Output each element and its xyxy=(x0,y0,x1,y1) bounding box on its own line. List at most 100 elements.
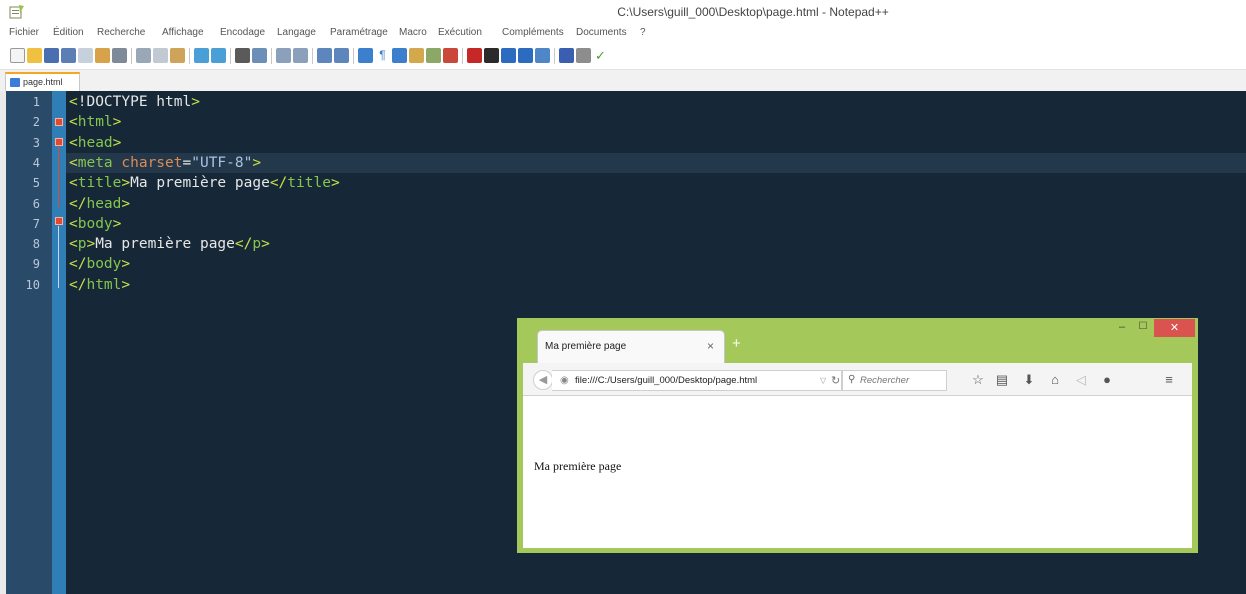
share-icon[interactable]: ◁ xyxy=(1072,371,1090,389)
code-token: = xyxy=(182,154,192,171)
zoom-in-icon[interactable] xyxy=(276,48,291,63)
code-token: "UTF-8" xyxy=(191,154,253,171)
toolbar-separator xyxy=(554,48,555,64)
tab-page-html[interactable]: page.html xyxy=(5,72,80,91)
menu-macro[interactable]: Macro xyxy=(399,27,427,38)
show-all-chars-icon[interactable]: ¶ xyxy=(375,48,390,63)
close-window-icon[interactable]: ✕ xyxy=(1154,319,1195,337)
toolbar: ¶ ✓ xyxy=(0,42,1246,70)
code-token: < xyxy=(69,175,78,192)
save-macro-icon[interactable] xyxy=(535,48,550,63)
cut-icon[interactable] xyxy=(136,48,151,63)
replace-icon[interactable] xyxy=(252,48,267,63)
spell-check-auto-icon[interactable]: ✓ xyxy=(593,48,608,63)
close-all-icon[interactable] xyxy=(95,48,110,63)
undo-icon[interactable] xyxy=(194,48,209,63)
menu-affichage[interactable]: Affichage xyxy=(162,27,204,38)
home-icon[interactable]: ⌂ xyxy=(1046,371,1064,389)
tab-label: page.html xyxy=(23,77,63,87)
search-input[interactable] xyxy=(860,373,944,388)
code-line[interactable]: </head> xyxy=(69,194,130,214)
indent-guide-icon[interactable] xyxy=(392,48,407,63)
code-line[interactable]: <head> xyxy=(69,133,121,153)
browser-navbar: ◀ ◉ file:///C:/Users/guill_000/Desktop/p… xyxy=(523,363,1192,396)
code-token: > xyxy=(330,175,340,192)
url-dropdown-icon[interactable]: ▽ xyxy=(820,376,826,385)
code-token: p xyxy=(252,236,262,253)
function-list-icon[interactable] xyxy=(443,48,458,63)
code-line[interactable]: <body> xyxy=(69,214,121,234)
menu-langage[interactable]: Langage xyxy=(277,27,316,38)
browser-tab[interactable]: Ma première page × xyxy=(537,330,725,363)
maximize-icon[interactable]: ☐ xyxy=(1133,321,1153,335)
minimize-icon[interactable]: – xyxy=(1111,321,1133,335)
save-icon[interactable] xyxy=(44,48,59,63)
menu-documents[interactable]: Documents xyxy=(576,27,627,38)
code-token: meta xyxy=(77,154,122,171)
fold-body-icon[interactable] xyxy=(55,217,63,225)
bookmark-star-icon[interactable]: ☆ xyxy=(969,371,987,389)
search-box[interactable]: ⚲ xyxy=(842,370,947,391)
menu-complements[interactable]: Compléments xyxy=(502,27,564,38)
doc-map-icon[interactable] xyxy=(426,48,441,63)
line-number: 5 xyxy=(32,176,40,191)
line-number: 4 xyxy=(32,155,40,170)
paste-icon[interactable] xyxy=(170,48,185,63)
toolbar-separator xyxy=(353,48,354,64)
fold-head-icon[interactable] xyxy=(55,138,63,146)
code-token: > xyxy=(121,256,131,273)
sync-vertical-icon[interactable] xyxy=(317,48,332,63)
reading-list-icon[interactable]: ▤ xyxy=(993,371,1011,389)
close-file-icon[interactable] xyxy=(78,48,93,63)
save-all-icon[interactable] xyxy=(61,48,76,63)
code-token: </ xyxy=(69,256,87,273)
code-line[interactable]: <!DOCTYPE html> xyxy=(69,92,200,112)
code-token: Ma première page xyxy=(130,175,270,192)
download-icon[interactable]: ⬇ xyxy=(1020,371,1038,389)
open-file-icon[interactable] xyxy=(27,48,42,63)
code-line[interactable]: <p>Ma première page</p> xyxy=(69,234,270,254)
print-icon[interactable] xyxy=(112,48,127,63)
new-file-icon[interactable] xyxy=(10,48,25,63)
menu-recherche[interactable]: Recherche xyxy=(97,27,145,38)
play-macro-icon[interactable] xyxy=(501,48,516,63)
find-icon[interactable] xyxy=(235,48,250,63)
toolbar-separator xyxy=(271,48,272,64)
menu-parametrage[interactable]: Paramétrage xyxy=(330,27,388,38)
sync-horizontal-icon[interactable] xyxy=(334,48,349,63)
code-line[interactable]: <meta charset="UTF-8"> xyxy=(69,153,261,173)
toolbar-separator xyxy=(230,48,231,64)
word-wrap-icon[interactable] xyxy=(358,48,373,63)
page-paragraph: Ma première page xyxy=(534,459,622,473)
menu-fichier[interactable]: Fichier xyxy=(9,27,39,38)
plugin-icon[interactable] xyxy=(576,48,591,63)
menu-encodage[interactable]: Encodage xyxy=(220,27,265,38)
hamburger-menu-icon[interactable]: ≡ xyxy=(1160,371,1178,389)
menu-help[interactable]: ? xyxy=(640,27,646,38)
code-line[interactable]: </body> xyxy=(69,254,130,274)
fold-margin[interactable] xyxy=(52,91,66,594)
zoom-out-icon[interactable] xyxy=(293,48,308,63)
menu-execution[interactable]: Exécution xyxy=(438,27,482,38)
code-line[interactable]: <html> xyxy=(69,112,121,132)
code-line[interactable]: <title>Ma première page</title> xyxy=(69,173,340,193)
fold-html-icon[interactable] xyxy=(55,118,63,126)
code-line[interactable]: </html> xyxy=(69,275,130,295)
copy-icon[interactable] xyxy=(153,48,168,63)
close-tab-icon[interactable]: × xyxy=(707,339,714,353)
reload-icon[interactable]: ↻ xyxy=(831,374,840,387)
chat-icon[interactable]: ● xyxy=(1098,371,1116,389)
stop-macro-icon[interactable] xyxy=(484,48,499,63)
code-token: html xyxy=(86,276,122,293)
spell-check-icon[interactable] xyxy=(559,48,574,63)
user-lang-icon[interactable] xyxy=(409,48,424,63)
url-bar[interactable]: ◉ file:///C:/Users/guill_000/Desktop/pag… xyxy=(552,370,842,391)
redo-icon[interactable] xyxy=(211,48,226,63)
menu-edition[interactable]: Édition xyxy=(53,27,84,38)
code-token: < xyxy=(69,114,78,131)
record-macro-icon[interactable] xyxy=(467,48,482,63)
line-number: 6 xyxy=(32,196,40,211)
play-multiple-icon[interactable] xyxy=(518,48,533,63)
new-tab-icon[interactable]: + xyxy=(732,335,741,352)
back-icon[interactable]: ◀ xyxy=(533,370,553,390)
